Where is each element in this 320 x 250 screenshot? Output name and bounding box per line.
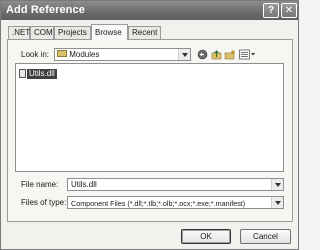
title-bar[interactable]: Add Reference ? ✕ — [1, 1, 298, 20]
new-folder-icon[interactable] — [224, 48, 236, 60]
ok-button[interactable]: OK — [181, 229, 231, 244]
tab-label: Projects — [58, 28, 87, 37]
chevron-down-icon[interactable] — [271, 197, 283, 208]
tab-com[interactable]: COM — [30, 26, 54, 39]
tab-label: Recent — [132, 28, 158, 37]
tab-recent[interactable]: Recent — [128, 26, 161, 39]
file-name-combo[interactable]: Utils.dll — [67, 178, 284, 191]
close-button[interactable]: ✕ — [281, 3, 297, 18]
dialog-title: Add Reference — [6, 4, 85, 16]
tab-label: Browse — [95, 28, 122, 37]
tab-browse[interactable]: Browse — [91, 24, 128, 40]
files-of-type-label: Files of type: — [21, 198, 67, 207]
look-in-value-wrap: Modules — [57, 50, 99, 59]
file-list[interactable]: Utils.dll — [15, 63, 284, 172]
help-button[interactable]: ? — [263, 3, 279, 18]
tab-label: .NET — [12, 28, 31, 37]
up-folder-icon[interactable] — [210, 48, 222, 60]
file-name-label: File name: — [21, 180, 59, 189]
look-in-label: Look in: — [21, 50, 50, 59]
file-name-value: Utils.dll — [71, 180, 97, 189]
add-reference-dialog: Add Reference ? ✕ .NET COM Projects Brow… — [0, 0, 299, 250]
files-of-type-combo[interactable]: Component Files (*.dll;*.tlb;*.olb;*.ocx… — [67, 196, 284, 209]
chevron-down-icon[interactable] — [271, 179, 283, 190]
tab-projects[interactable]: Projects — [54, 26, 91, 39]
look-in-combo[interactable]: Modules — [54, 48, 191, 61]
help-icon: ? — [267, 5, 275, 16]
files-of-type-value: Component Files (*.dll;*.tlb;*.olb;*.ocx… — [71, 199, 246, 208]
folder-icon — [57, 50, 67, 58]
list-item[interactable]: Utils.dll — [19, 68, 57, 79]
chevron-down-icon[interactable] — [178, 49, 190, 60]
back-icon[interactable] — [196, 48, 208, 60]
cancel-button[interactable]: Cancel — [240, 229, 291, 244]
tab-dotnet[interactable]: .NET — [8, 26, 30, 39]
views-menu-icon[interactable] — [238, 48, 256, 60]
file-name: Utils.dll — [27, 68, 57, 79]
tab-label: COM — [34, 28, 53, 37]
dll-file-icon — [19, 69, 26, 78]
close-icon: ✕ — [284, 5, 294, 16]
look-in-value: Modules — [69, 50, 100, 59]
